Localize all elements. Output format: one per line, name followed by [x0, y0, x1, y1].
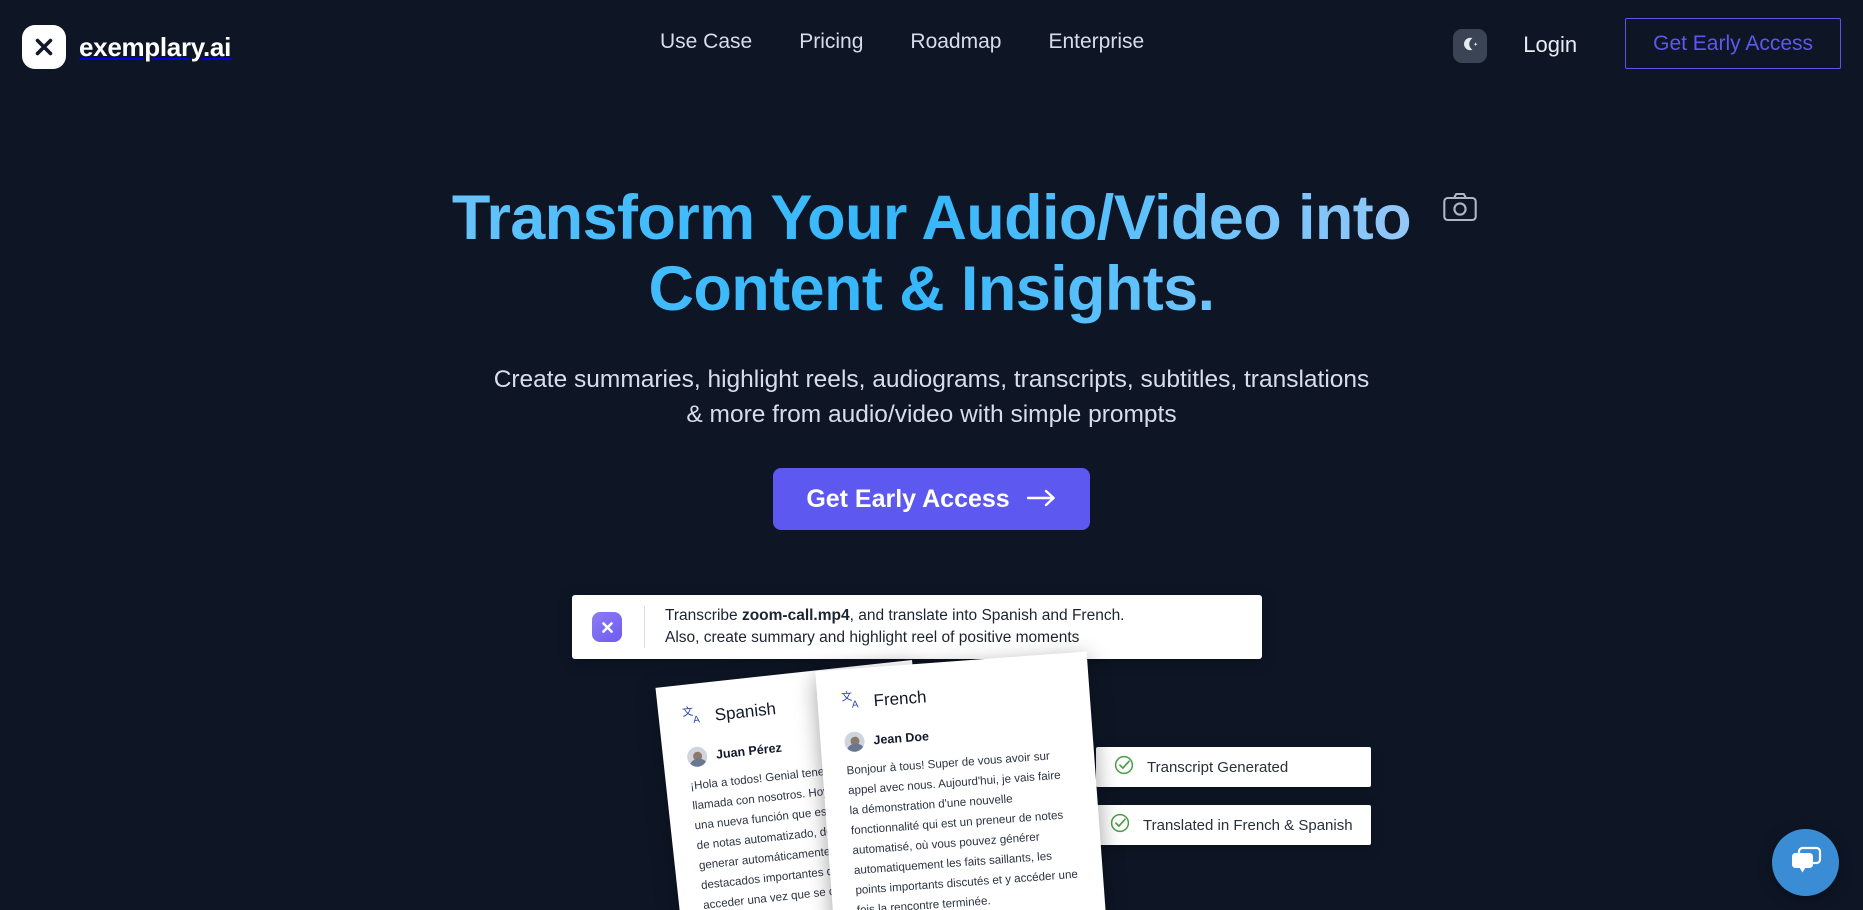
chat-bubbles-icon [1788, 844, 1824, 881]
landing-page: exemplary.ai Use Case Pricing Roadmap En… [0, 0, 1863, 910]
translate-icon: 文 A [681, 703, 706, 732]
svg-text:A: A [851, 699, 859, 710]
prompt-line-1-post: , and translate into Spanish and French. [849, 606, 1125, 624]
status-label: Translated in French & Spanish [1143, 816, 1353, 834]
camera-icon [1443, 192, 1477, 227]
headline-line-1: Transform Your Audio/Video into [451, 183, 1412, 253]
subtitle-line-1: Create summaries, highlight reels, audio… [493, 366, 1370, 393]
prompt-filename: zoom-call.mp4 [741, 606, 850, 624]
document-header: 文 A French [841, 673, 1066, 716]
avatar [843, 731, 866, 753]
demo-illustration: Transcribe zoom-call.mp4, and translate … [0, 595, 1863, 910]
svg-text:A: A [693, 714, 701, 726]
hero-subtitle: Create summaries, highlight reels, audio… [0, 363, 1863, 433]
subtitle-line-2: & more from audio/video with simple prom… [686, 400, 1177, 428]
status-badge-transcript: Transcript Generated [1096, 747, 1371, 787]
header-get-early-access-button[interactable]: Get Early Access [1625, 18, 1841, 69]
page-title: Transform Your Audio/Video into Content … [0, 183, 1863, 324]
nav-item-use-case[interactable]: Use Case [660, 30, 752, 54]
login-link[interactable]: Login [1523, 32, 1577, 58]
transcript-text: Bonjour à tous! Super de vous avoir sur … [846, 749, 1079, 910]
speaker-name: Juan Pérez [715, 740, 783, 762]
main-navigation: Use Case Pricing Roadmap Enterprise [660, 30, 1144, 54]
chat-widget-button[interactable] [1772, 829, 1839, 896]
translate-icon: 文 A [841, 688, 865, 717]
prompt-card: Transcribe zoom-call.mp4, and translate … [572, 595, 1262, 659]
x-logo-icon [592, 612, 622, 642]
check-circle-icon [1114, 755, 1134, 780]
header-actions: Login Get Early Access [1453, 18, 1841, 69]
document-language: Spanish [713, 698, 777, 725]
site-header: exemplary.ai Use Case Pricing Roadmap En… [0, 0, 1863, 94]
headline-line-2: Content & Insights. [648, 253, 1215, 324]
status-list: Transcript Generated Translated in Frenc… [1092, 747, 1371, 845]
speaker-name: Jean Doe [872, 729, 930, 748]
nav-item-pricing[interactable]: Pricing [799, 30, 863, 54]
x-logo-icon [22, 25, 66, 69]
hero-cta-label: Get Early Access [806, 484, 1010, 513]
document-language: French [872, 686, 928, 710]
moon-sparkle-icon [1460, 34, 1480, 59]
brand-logo-link[interactable]: exemplary.ai [22, 25, 231, 69]
avatar [686, 745, 709, 768]
document-card-french: 文 A French Jean Doe Bonjour à tous! Supe… [815, 651, 1111, 910]
prompt-line-2: Also, create summary and highlight reel … [665, 629, 1080, 646]
nav-item-enterprise[interactable]: Enterprise [1048, 30, 1144, 54]
prompt-text: Transcribe zoom-call.mp4, and translate … [665, 605, 1125, 650]
hero-get-early-access-button[interactable]: Get Early Access [773, 468, 1090, 530]
brand-name: exemplary.ai [79, 31, 232, 62]
arrow-right-icon [1026, 485, 1057, 514]
theme-toggle-button[interactable] [1453, 29, 1488, 63]
nav-item-roadmap[interactable]: Roadmap [910, 30, 1001, 54]
check-circle-icon [1110, 813, 1130, 838]
status-label: Transcript Generated [1147, 758, 1289, 776]
hero-cta-container: Get Early Access [0, 468, 1863, 530]
prompt-divider [644, 606, 645, 648]
prompt-line-1-pre: Transcribe [665, 606, 742, 624]
status-badge-translation: Translated in French & Spanish [1092, 805, 1371, 845]
